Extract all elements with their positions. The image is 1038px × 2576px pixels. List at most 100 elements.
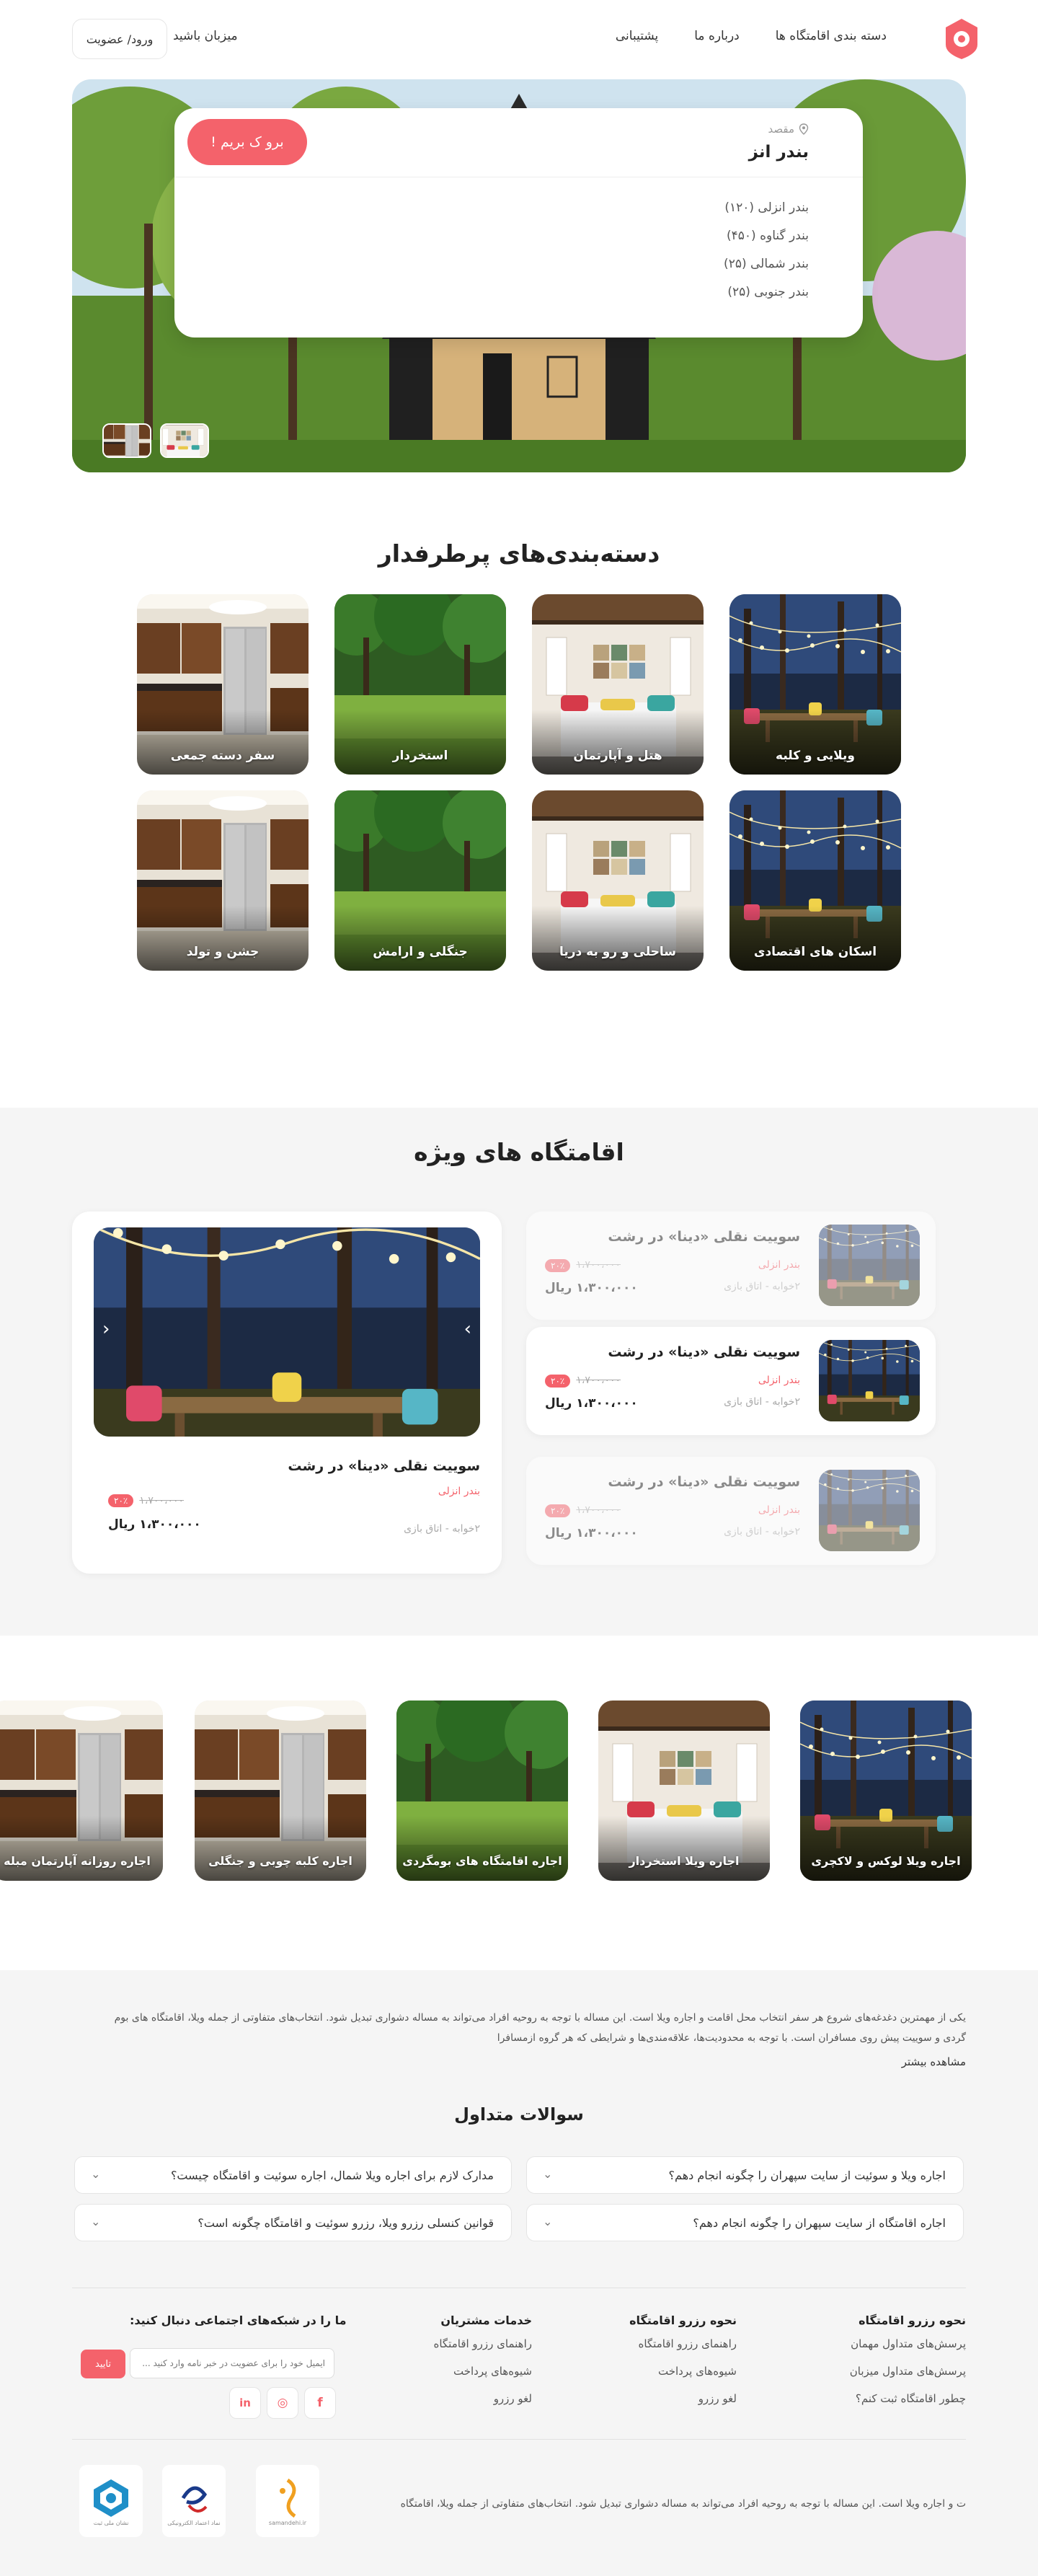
- faq-item[interactable]: اجاره اقامتگاه از سایت سپهران را چگونه ا…: [526, 2204, 964, 2241]
- nav-about[interactable]: درباره ما: [694, 29, 740, 43]
- category-label: هتل و آپارتمان: [573, 749, 662, 763]
- category-label: استخردار: [392, 749, 448, 763]
- category-card[interactable]: جشن و تولد: [137, 790, 309, 971]
- footer-link[interactable]: راهنمای رزرو اقامتگاه: [629, 2337, 737, 2350]
- footer-link[interactable]: شیوه‌های پرداخت: [433, 2365, 532, 2378]
- faq-item[interactable]: قوانین کنسلی رزرو ویلا، رزرو سوئیت و اقا…: [74, 2204, 512, 2241]
- old-price: ۱،۷۰۰،۰۰۰: [576, 1375, 621, 1386]
- hero-thumb-1[interactable]: [102, 423, 151, 458]
- item-meta: ۲خوابه - اتاق بازی: [724, 1396, 800, 1408]
- category-card[interactable]: اسکان های اقتصادی: [729, 790, 901, 971]
- suggestion-item[interactable]: بندر انزلی (۱۲۰): [724, 200, 809, 215]
- category-card[interactable]: ساحلی و رو به دریا: [532, 790, 704, 971]
- samandehi-badge-text: samandehi.ir: [268, 2519, 307, 2526]
- login-button[interactable]: ورود/ عضویت: [72, 19, 167, 59]
- special-title: اقامتگاه های ویژه: [414, 1138, 624, 1166]
- rental-type-card[interactable]: اجاره کلبه چوبی و جنگلی: [195, 1701, 366, 1881]
- item-name: سوییت نقلی «دینا» در رشت: [608, 1474, 800, 1490]
- footer-link[interactable]: پرسش‌های متداول مهمان: [850, 2337, 966, 2350]
- category-label: جشن و تولد: [186, 945, 260, 959]
- nav-support[interactable]: پشتیبانی: [616, 29, 658, 43]
- footer-link[interactable]: راهنمای رزرو اقامتگاه: [433, 2337, 532, 2350]
- facebook-icon[interactable]: f: [304, 2387, 336, 2419]
- featured-image: ‹ ›: [94, 1227, 480, 1437]
- destination-field[interactable]: مقصد بندر انز برو ک بریم !: [174, 108, 863, 177]
- item-discount: ۱،۷۰۰،۰۰۰ ۲۰٪: [545, 1375, 621, 1388]
- rental-type-card[interactable]: اجاره ویلا لوکس و لاکچری: [800, 1701, 972, 1881]
- item-price: ۱،۳۰۰،۰۰۰ ریال: [545, 1526, 638, 1540]
- newsletter-submit-button[interactable]: تایید: [81, 2350, 125, 2378]
- discount-badge: ۲۰٪: [545, 1259, 571, 1272]
- special-list-item[interactable]: سوییت نقلی «دینا» در رشت بندر انزلی ۲خوا…: [526, 1212, 936, 1320]
- faq-question: اجاره اقامتگاه از سایت سپهران را چگونه ا…: [693, 2216, 946, 2230]
- rental-type-card[interactable]: اجاره ویلا استخردار: [598, 1701, 770, 1881]
- read-more-link[interactable]: مشاهده بیشتر: [902, 2055, 966, 2068]
- categories-title: دسته‌بندی‌های پرطرفدار: [378, 539, 660, 568]
- suggestion-item[interactable]: بندر گناوه (۴۵۰): [724, 229, 809, 243]
- category-card[interactable]: استخردار: [334, 594, 506, 775]
- faq-item[interactable]: اجاره ویلا و سوئیت از سایت سپهران را چگو…: [526, 2156, 964, 2194]
- national-badge[interactable]: نشان ملی ثبت: [79, 2465, 143, 2537]
- special-list-item[interactable]: سوییت نقلی «دینا» در رشت بندر انزلی ۲خوا…: [526, 1327, 936, 1435]
- featured-discount: ۱،۷۰۰،۰۰۰ ۲۰٪: [108, 1494, 184, 1507]
- special-list-item[interactable]: سوییت نقلی «دینا» در رشت بندر انزلی ۲خوا…: [526, 1457, 936, 1565]
- enamad-badge[interactable]: نماد اعتماد الکترونیکی: [162, 2465, 226, 2537]
- samandehi-logo-icon: [280, 2478, 296, 2518]
- hero-thumb-2[interactable]: [160, 423, 209, 458]
- carousel-prev-icon[interactable]: ‹: [102, 1318, 110, 1340]
- category-card[interactable]: ویلایی و کلبه: [729, 594, 901, 775]
- footer-col-1: نحوه رزرو اقامتگاه پرسش‌های متداول مهمان…: [850, 2313, 966, 2420]
- faq-question: قوانین کنسلی رزرو ویلا، رزرو سوئیت و اقا…: [198, 2216, 494, 2230]
- intro-text: یکی از مهمترین دغدغه‌های شروع هر سفر انت…: [114, 2012, 966, 2044]
- social-title: ما را در شبکه‌های اجتماعی دنبال کنید:: [130, 2313, 347, 2327]
- destination-label-text: مقصد: [768, 123, 794, 136]
- destination-label: مقصد: [768, 123, 809, 136]
- linkedin-icon[interactable]: in: [229, 2387, 261, 2419]
- discount-badge: ۲۰٪: [545, 1375, 571, 1388]
- category-card[interactable]: هتل و آپارتمان: [532, 594, 704, 775]
- old-price: ۱،۷۰۰،۰۰۰: [576, 1504, 621, 1516]
- footer-link[interactable]: لغو رزرو: [629, 2392, 737, 2405]
- featured-card[interactable]: ‹ › سوییت نقلی «دینا» در رشت بندر انزلی …: [72, 1212, 502, 1574]
- faq-item[interactable]: مدارک لازم برای اجاره ویلا شمال، اجاره س…: [74, 2156, 512, 2194]
- logo-icon[interactable]: [943, 17, 980, 61]
- destination-value[interactable]: بندر انز: [749, 143, 809, 162]
- footer-link[interactable]: چطور اقامتگاه ثبت کنم؟: [850, 2392, 966, 2405]
- copyright-text: ت و اجاره ویلا است. این مساله با توجه به…: [400, 2498, 966, 2510]
- divider: [72, 2439, 966, 2440]
- footer: [0, 1970, 1038, 2576]
- footer-link[interactable]: لغو رزرو: [433, 2392, 532, 2405]
- national-badge-text: نشان ملی ثبت: [93, 2519, 129, 2526]
- nav-categories[interactable]: دسته بندی اقامتگاه ها: [776, 29, 887, 43]
- chevron-down-icon: ⌄: [91, 2167, 101, 2181]
- footer-link[interactable]: پرسش‌های متداول میزبان: [850, 2365, 966, 2378]
- item-price: ۱،۳۰۰،۰۰۰ ریال: [545, 1396, 638, 1411]
- featured-name: سوییت نقلی «دینا» در رشت: [288, 1458, 480, 1474]
- suggestion-item[interactable]: بندر جنوبی (۲۵): [724, 285, 809, 299]
- carousel-next-icon[interactable]: ›: [464, 1318, 471, 1340]
- item-discount: ۱،۷۰۰،۰۰۰ ۲۰٪: [545, 1259, 621, 1272]
- national-logo-icon: [94, 2479, 128, 2517]
- samandehi-badge[interactable]: samandehi.ir: [256, 2465, 319, 2537]
- suggestion-item[interactable]: بندر شمالی (۲۵): [724, 257, 809, 271]
- newsletter-email-input[interactable]: [130, 2348, 334, 2378]
- category-label: اسکان های اقتصادی: [753, 945, 877, 959]
- footer-link[interactable]: شیوه‌های پرداخت: [629, 2365, 737, 2378]
- rental-type-card[interactable]: اجاره اقامتگاه های بومگردی: [396, 1701, 568, 1881]
- chevron-down-icon: ⌄: [543, 2215, 553, 2228]
- category-label: سفر دسته جمعی: [170, 749, 275, 763]
- rental-type-label: اجاره ویلا لوکس و لاکچری: [811, 1854, 961, 1868]
- instagram-icon[interactable]: ◎: [267, 2387, 298, 2419]
- enamad-badge-text: نماد اعتماد الکترونیکی: [167, 2519, 221, 2526]
- footer-col-2: نحوه رزرو اقامتگاه راهنمای رزرو اقامتگاه…: [629, 2313, 737, 2420]
- chevron-down-icon: ⌄: [91, 2215, 101, 2228]
- footer-col-title: نحوه رزرو اقامتگاه: [629, 2313, 737, 2327]
- item-name: سوییت نقلی «دینا» در رشت: [608, 1229, 800, 1245]
- rental-type-card[interactable]: اجاره روزانه آپارتمان مبله: [0, 1701, 163, 1881]
- item-image: [819, 1470, 920, 1551]
- category-card[interactable]: سفر دسته جمعی: [137, 594, 309, 775]
- search-go-button[interactable]: برو ک بریم !: [187, 119, 307, 165]
- item-location: بندر انزلی: [758, 1504, 800, 1516]
- become-host-link[interactable]: میزبان باشید: [173, 29, 238, 43]
- category-card[interactable]: جنگلی و ارامش: [334, 790, 506, 971]
